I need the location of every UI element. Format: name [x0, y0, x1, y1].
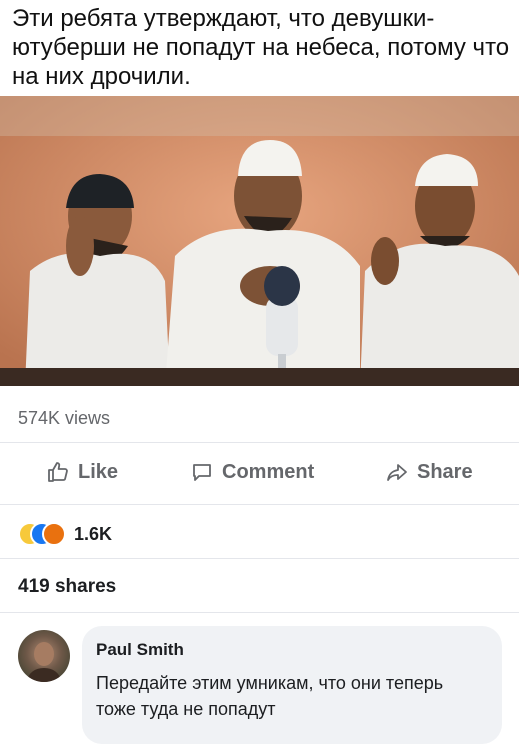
comment-bubble: Paul Smith Передайте этим умникам, что о…	[82, 626, 502, 744]
post-footer: 574K views Like Comment Share 1.6K 419 s…	[0, 386, 519, 744]
thumbs-up-icon	[46, 460, 70, 484]
comment-author[interactable]: Paul Smith	[96, 640, 184, 660]
like-label: Like	[78, 460, 119, 483]
divider	[0, 442, 519, 443]
video-photo-illustration	[0, 96, 519, 386]
video-thumbnail[interactable]	[0, 96, 519, 386]
comment-bubble-icon	[190, 460, 214, 484]
view-count: 574K views	[18, 408, 111, 428]
reactions-summary[interactable]: 1.6K	[18, 522, 112, 546]
avatar-photo	[26, 642, 62, 682]
reaction-count: 1.6K	[74, 523, 113, 544]
action-bar: Like Comment Share	[0, 454, 519, 496]
share-arrow-icon	[385, 460, 409, 484]
comment-button[interactable]: Comment	[190, 460, 314, 484]
avatar[interactable]	[18, 630, 70, 682]
meme-caption: Эти ребята утверждают, что девушки-ютубе…	[12, 5, 510, 90]
like-button[interactable]: Like	[46, 460, 118, 484]
share-label: Share	[417, 460, 473, 483]
comment-text: Передайте этим умникам, что они теперь т…	[96, 673, 444, 719]
share-button[interactable]: Share	[385, 460, 473, 484]
divider	[0, 504, 519, 505]
divider	[0, 558, 519, 559]
share-count[interactable]: 419 shares	[18, 576, 116, 598]
angry-reaction-icon	[42, 522, 66, 546]
comment-label: Comment	[222, 460, 315, 483]
divider	[0, 612, 519, 613]
